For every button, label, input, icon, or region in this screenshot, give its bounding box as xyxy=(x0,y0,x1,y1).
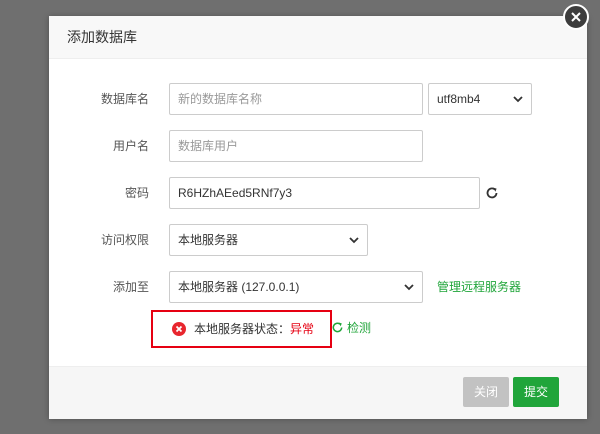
refresh-icon xyxy=(332,322,343,333)
manage-remote-server-link[interactable]: 管理远程服务器 xyxy=(437,271,521,303)
username-row: 用户名 数据库用户 xyxy=(49,130,587,162)
server-status-state: 异常 xyxy=(290,322,315,336)
close-icon xyxy=(571,12,581,22)
dialog-title: 添加数据库 xyxy=(49,16,587,59)
close-button[interactable]: 关闭 xyxy=(463,377,509,407)
db-name-input[interactable]: 新的数据库名称 xyxy=(169,83,423,115)
dialog-footer: 关闭 提交 xyxy=(49,366,587,419)
add-to-select-value: 本地服务器 (127.0.0.1) xyxy=(178,280,300,294)
add-to-row: 添加至 本地服务器 (127.0.0.1) 管理远程服务器 xyxy=(49,271,587,303)
chevron-down-icon xyxy=(349,237,359,244)
submit-button[interactable]: 提交 xyxy=(513,377,559,407)
add-to-select[interactable]: 本地服务器 (127.0.0.1) xyxy=(169,271,423,303)
error-icon xyxy=(172,322,186,336)
password-label: 密码 xyxy=(124,186,149,200)
server-status-text: 本地服务器状态：异常 xyxy=(194,312,314,346)
access-row: 访问权限 本地服务器 xyxy=(49,224,587,256)
username-input[interactable]: 数据库用户 xyxy=(169,130,423,162)
chevron-down-icon xyxy=(404,284,414,291)
add-to-label: 添加至 xyxy=(112,280,149,294)
db-name-label: 数据库名 xyxy=(100,92,149,106)
detect-label: 检测 xyxy=(347,321,372,335)
access-select-value: 本地服务器 xyxy=(178,233,239,247)
add-database-dialog: 添加数据库 数据库名 新的数据库名称 utf8mb4 用户名 数据库用户 密码 … xyxy=(49,16,587,419)
access-select[interactable]: 本地服务器 xyxy=(169,224,368,256)
server-status-prefix: 本地服务器状态： xyxy=(194,322,291,336)
chevron-down-icon xyxy=(513,96,523,103)
close-dialog-button[interactable] xyxy=(563,4,589,30)
charset-select[interactable]: utf8mb4 xyxy=(428,83,532,115)
db-name-row: 数据库名 新的数据库名称 utf8mb4 xyxy=(49,83,587,115)
server-status-highlight: 本地服务器状态：异常 xyxy=(151,310,332,348)
charset-select-value: utf8mb4 xyxy=(437,92,481,106)
password-input[interactable]: R6HZhAEed5RNf7y3 xyxy=(169,177,480,209)
detect-link[interactable]: 检测 xyxy=(331,318,371,338)
username-label: 用户名 xyxy=(112,139,149,153)
password-row: 密码 R6HZhAEed5RNf7y3 xyxy=(49,177,587,209)
access-label: 访问权限 xyxy=(100,233,149,247)
refresh-icon[interactable] xyxy=(485,186,499,200)
